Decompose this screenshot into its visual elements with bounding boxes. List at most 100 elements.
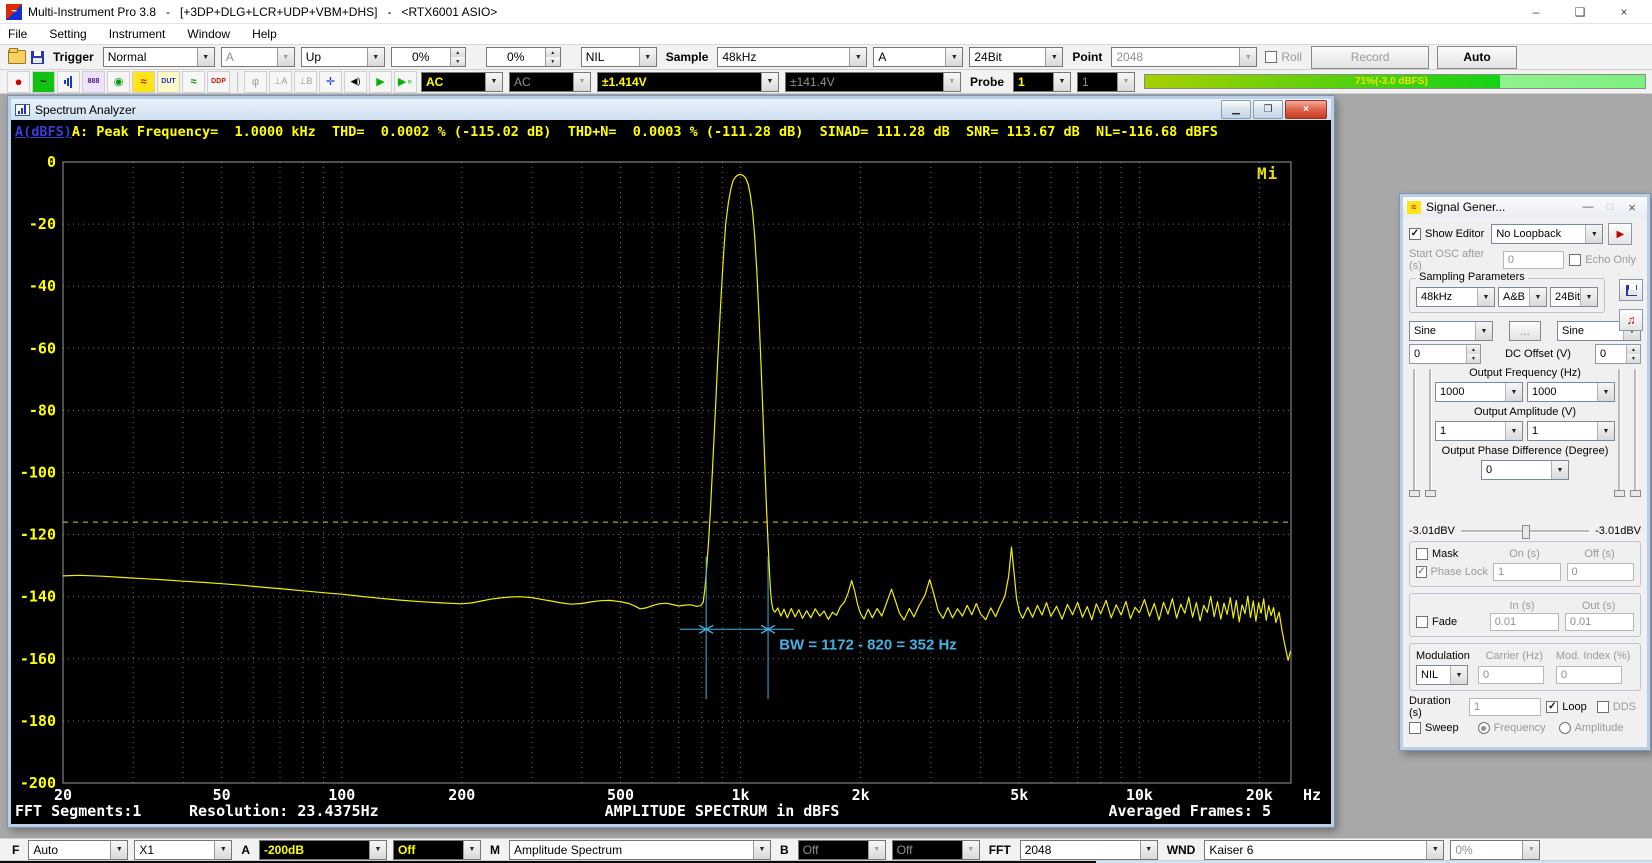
oscilloscope-icon[interactable]: ~ — [32, 71, 55, 93]
derived-data-icon[interactable]: ≈ — [182, 71, 205, 93]
maximize-icon[interactable]: ❑ — [1558, 0, 1602, 23]
spectrum-minimize-icon[interactable]: ▁ — [1221, 100, 1251, 119]
amplitude-slider-a-outer[interactable] — [1413, 369, 1416, 497]
spectrum-analyzer-icon[interactable] — [57, 71, 80, 93]
freq-a-select[interactable]: 1000 — [1435, 382, 1523, 402]
sweep-amplitude-radio: Amplitude — [1559, 722, 1624, 734]
amplitude-slider-a-inner[interactable] — [1429, 369, 1432, 497]
record-icon[interactable]: ● — [7, 71, 30, 93]
range-a-display-select[interactable]: -200dB — [259, 840, 387, 860]
bandwidth-annotation-text: BW = 1172 - 820 = 352 Hz — [779, 636, 957, 653]
siggen-library-icon[interactable]: ♫ — [1619, 309, 1643, 331]
freq-b-select[interactable]: 1000 — [1527, 382, 1615, 402]
spectrum-window-titlebar[interactable]: Spectrum Analyzer ▁ ❐ × — [11, 99, 1331, 120]
sampling-parameters-group: Sampling Parameters 48kHz A&B 24Bit — [1409, 278, 1605, 313]
display-mode-select[interactable]: Amplitude Spectrum — [509, 840, 771, 860]
show-editor-checkbox[interactable]: Show Editor — [1409, 228, 1484, 240]
device-test-plan-icon[interactable]: DUT — [157, 71, 180, 93]
siggen-minimize-icon[interactable]: — — [1577, 199, 1599, 215]
trigger-mode-select[interactable]: Normal — [103, 47, 215, 67]
siggen-save-icon[interactable] — [1619, 279, 1643, 301]
modulation-label: Modulation — [1416, 650, 1476, 662]
phase-select[interactable]: 0 — [1481, 460, 1569, 480]
coupling-a-select[interactable]: AC — [421, 72, 503, 92]
signal-generator-window: ≈ Signal Gener... — □ × Show Editor No L… — [1400, 194, 1650, 750]
app-titlebar: ~ Multi-Instrument Pro 3.8 - [+3DP+DLG+L… — [0, 0, 1652, 24]
siggen-channels-select[interactable]: A&B — [1498, 287, 1547, 307]
window-function-select[interactable]: Kaiser 6 — [1204, 840, 1444, 860]
resolution-text: Resolution: 23.4375Hz — [189, 802, 379, 820]
spectrum-chart[interactable]: 0-20-40-60-80-100-120-140-160-180-200205… — [11, 144, 1331, 824]
modulation-select[interactable]: NIL — [1416, 665, 1468, 685]
svg-text:-200: -200 — [20, 774, 56, 792]
amp-b-select[interactable]: 1 — [1527, 421, 1615, 441]
save-icon[interactable] — [31, 51, 44, 64]
phase-scope-icon[interactable]: ◉ — [107, 71, 130, 93]
ddp-viewer-icon[interactable]: DDP — [207, 71, 230, 93]
siggen-close-icon[interactable]: × — [1621, 199, 1643, 215]
probe-settings-icon[interactable]: ✛ — [319, 71, 342, 93]
freq-axis-select[interactable]: Auto — [28, 840, 128, 860]
balance-slider[interactable] — [1461, 530, 1589, 533]
start-osc-label: Start OSC after (s) — [1409, 248, 1499, 272]
svg-text:200: 200 — [448, 786, 475, 804]
spectrum-close-icon[interactable]: × — [1285, 100, 1327, 119]
close-icon[interactable]: × — [1602, 0, 1646, 23]
loop-checkbox[interactable]: Loop — [1546, 701, 1586, 713]
trigger-after-select[interactable]: NIL — [581, 47, 657, 67]
wave-a-select[interactable]: Sine — [1409, 321, 1493, 341]
carrier-input: 0 — [1478, 666, 1544, 684]
siggen-window-title: Signal Gener... — [1426, 200, 1505, 214]
loopback-select[interactable]: No Loopback — [1491, 224, 1603, 244]
sample-bits-select[interactable]: 24Bit — [969, 47, 1063, 67]
minimize-icon[interactable]: – — [1514, 0, 1558, 23]
sound-device-icon[interactable]: ◀) — [344, 71, 367, 93]
multimeter-icon[interactable]: 888 — [82, 71, 105, 93]
play-loop-icon[interactable]: ▶∘ — [394, 71, 417, 93]
f-axis-label: F — [12, 843, 19, 857]
wave-more-button[interactable]: ... — [1509, 321, 1541, 341]
menu-setting[interactable]: Setting — [49, 27, 86, 41]
siggen-titlebar[interactable]: ≈ Signal Gener... — □ × — [1403, 197, 1647, 217]
menu-instrument[interactable]: Instrument — [109, 27, 166, 41]
mask-off-label: Off (s) — [1565, 548, 1634, 560]
mask-checkbox[interactable]: Mask — [1416, 548, 1485, 560]
probe-a-select[interactable]: 1 — [1013, 72, 1071, 92]
ref-a-select[interactable]: Off — [393, 840, 481, 860]
measurement-readout: A: Peak Frequency= 1.0000 kHz THD= 0.000… — [72, 124, 1218, 140]
sample-channel-select[interactable]: A — [873, 47, 963, 67]
siggen-rate-select[interactable]: 48kHz — [1416, 287, 1495, 307]
amplitude-slider-b-inner[interactable] — [1618, 369, 1621, 497]
amp-a-select[interactable]: 1 — [1435, 421, 1523, 441]
trigger-level-stepper[interactable]: 0% — [391, 47, 466, 67]
siggen-bits-select[interactable]: 24Bit — [1550, 287, 1598, 307]
mask-on-label: On (s) — [1490, 548, 1559, 560]
channel-badge[interactable]: A(dBFS) — [15, 124, 72, 140]
fft-size-select[interactable]: 2048 — [1020, 840, 1158, 860]
dc-offset-a-stepper[interactable]: 0 — [1409, 344, 1481, 364]
amplitude-slider-b-outer[interactable] — [1634, 369, 1637, 497]
range-a-select[interactable]: ±1.414V — [597, 72, 779, 92]
trigger-delay-stepper[interactable]: 0% — [486, 47, 561, 67]
fade-checkbox[interactable]: Fade — [1416, 616, 1485, 628]
menu-help[interactable]: Help — [252, 27, 277, 41]
mask-on-input: 1 — [1493, 563, 1561, 581]
dc-offset-b-stepper[interactable]: 0 — [1595, 344, 1641, 364]
open-file-icon[interactable] — [8, 50, 26, 64]
auto-button[interactable]: Auto — [1437, 46, 1517, 69]
play-icon[interactable]: ▶ — [369, 71, 392, 93]
overlap-select: 0% — [1450, 840, 1540, 860]
start-osc-input: 0 — [1503, 251, 1564, 269]
spectrum-restore-icon[interactable]: ❐ — [1253, 100, 1283, 119]
spectrum-3d-icon[interactable]: ≈ — [132, 71, 155, 93]
menu-file[interactable]: File — [8, 27, 27, 41]
svg-text:-60: -60 — [29, 339, 56, 357]
siggen-play-button[interactable]: ▶ — [1608, 223, 1632, 245]
zoom-select[interactable]: X1 — [134, 840, 232, 860]
menu-window[interactable]: Window — [187, 27, 230, 41]
sample-rate-select[interactable]: 48kHz — [717, 47, 867, 67]
sweep-checkbox[interactable]: Sweep — [1409, 722, 1459, 734]
trigger-edge-select[interactable]: Up — [301, 47, 385, 67]
point-label: Point — [1072, 50, 1102, 64]
workspace: Spectrum Analyzer ▁ ❐ × A(dBFS)A: Peak F… — [0, 94, 1652, 838]
